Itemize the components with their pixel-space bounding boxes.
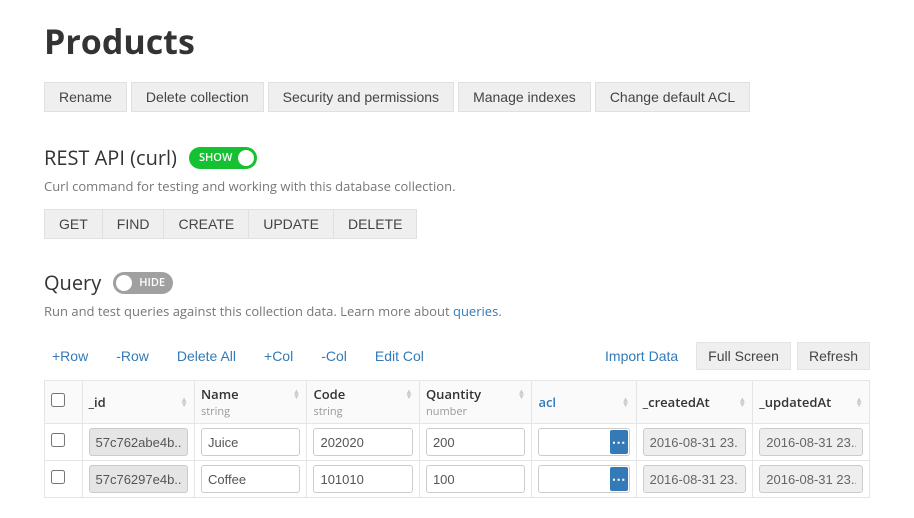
table-row: ⋯ [45,461,870,498]
cell-name[interactable] [201,465,300,493]
column-name: Name [201,385,239,403]
column-header-name[interactable]: Name ▲▼ string [194,381,306,424]
toggle-label: SHOW [199,150,232,165]
table-header-row: _id ▲▼ Name ▲▼ string [45,381,870,424]
toggle-label: HIDE [139,275,165,290]
remove-col-button[interactable]: -Col [313,344,355,368]
column-header-acl[interactable]: acl ▲▼ [532,381,636,424]
row-checkbox[interactable] [51,470,65,484]
cell-id[interactable] [89,465,188,493]
table-action-bar: +Row -Row Delete All +Col -Col Edit Col … [44,342,870,370]
column-type: number [426,404,525,419]
rest-api-buttons: GET FIND CREATE UPDATE DELETE [44,209,870,243]
change-default-acl-button[interactable]: Change default ACL [595,82,750,112]
get-button[interactable]: GET [44,209,102,239]
sort-icon: ▲▼ [622,397,630,407]
rest-api-section: REST API (curl) SHOW Curl command for te… [44,144,870,243]
cell-id[interactable] [89,428,188,456]
rest-api-description: Curl command for testing and working wit… [44,177,870,195]
acl-edit-button[interactable]: ⋯ [610,467,628,491]
select-all-checkbox[interactable] [51,393,65,407]
query-toggle[interactable]: HIDE [113,272,173,294]
queries-link[interactable]: queries [453,302,498,320]
import-data-button[interactable]: Import Data [597,344,686,368]
create-button[interactable]: CREATE [163,209,248,239]
update-button[interactable]: UPDATE [248,209,333,239]
column-name[interactable]: acl [538,393,556,411]
table-row: ⋯ [45,424,870,461]
add-col-button[interactable]: +Col [256,344,301,368]
column-header-code[interactable]: Code ▲▼ string [307,381,419,424]
column-header-id[interactable]: _id ▲▼ [82,381,194,424]
security-permissions-button[interactable]: Security and permissions [268,82,454,112]
delete-collection-button[interactable]: Delete collection [131,82,264,112]
refresh-button[interactable]: Refresh [797,342,870,370]
column-name: Quantity [426,385,481,403]
cell-quantity[interactable] [426,428,525,456]
query-heading: Query [44,269,101,296]
column-header-createdat[interactable]: _createdAt ▲▼ [636,381,753,424]
manage-indexes-button[interactable]: Manage indexes [458,82,591,112]
cell-code[interactable] [313,428,412,456]
edit-col-button[interactable]: Edit Col [367,344,432,368]
toggle-knob [238,150,254,166]
remove-row-button[interactable]: -Row [108,344,157,368]
query-desc-suffix: . [498,302,501,320]
cell-updatedat[interactable] [759,428,863,456]
query-description: Run and test queries against this collec… [44,302,870,320]
cell-name[interactable] [201,428,300,456]
query-desc-prefix: Run and test queries against this collec… [44,302,453,320]
page-title: Products [44,18,870,64]
collection-toolbar: Rename Delete collection Security and pe… [44,82,870,116]
cell-createdat[interactable] [643,465,747,493]
cell-code[interactable] [313,465,412,493]
cell-updatedat[interactable] [759,465,863,493]
sort-icon: ▲▼ [180,397,188,407]
add-row-button[interactable]: +Row [44,344,96,368]
delete-button[interactable]: DELETE [333,209,417,239]
column-name: _createdAt [643,393,710,411]
toggle-knob [116,275,132,291]
select-all-header [45,381,83,424]
cell-createdat[interactable] [643,428,747,456]
sort-icon: ▲▼ [855,397,863,407]
query-section: Query HIDE Run and test queries against … [44,269,870,320]
acl-edit-button[interactable]: ⋯ [610,430,628,454]
rest-api-heading: REST API (curl) [44,144,177,171]
sort-icon: ▲▼ [293,389,301,399]
delete-all-button[interactable]: Delete All [169,344,244,368]
column-header-quantity[interactable]: Quantity ▲▼ number [419,381,531,424]
sort-icon: ▲▼ [405,389,413,399]
sort-icon: ▲▼ [738,397,746,407]
column-type: string [313,404,412,419]
column-name: Code [313,385,345,403]
column-name: _updatedAt [759,393,831,411]
cell-quantity[interactable] [426,465,525,493]
find-button[interactable]: FIND [102,209,164,239]
row-checkbox[interactable] [51,433,65,447]
column-name: _id [89,393,106,411]
data-table: _id ▲▼ Name ▲▼ string [44,380,870,498]
rest-api-toggle[interactable]: SHOW [189,147,257,169]
full-screen-button[interactable]: Full Screen [696,342,791,370]
column-type: string [201,404,300,419]
rename-button[interactable]: Rename [44,82,127,112]
column-header-updatedat[interactable]: _updatedAt ▲▼ [753,381,870,424]
sort-icon: ▲▼ [518,389,526,399]
